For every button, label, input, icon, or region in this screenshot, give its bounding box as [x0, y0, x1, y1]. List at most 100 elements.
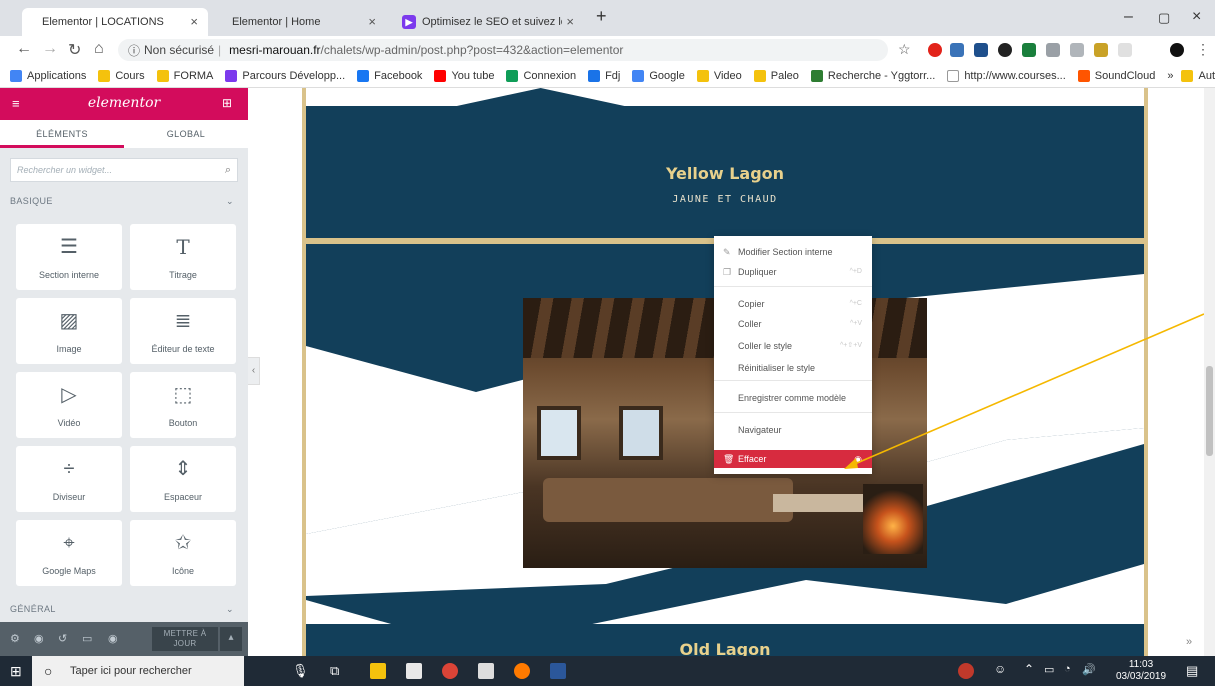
new-tab-icon[interactable]: + — [596, 6, 607, 27]
widgets-grid-icon[interactable]: ⊞ — [222, 96, 232, 110]
site-favicon-icon: ▶ — [402, 15, 416, 29]
panel-footer: ⚙ ◉ ↺ ▭ ◉ METTRE À JOUR ▴ — [0, 622, 248, 656]
section-basic-header[interactable]: BASIQUE ⌄ — [10, 196, 238, 206]
widget-inner-section[interactable]: ☰ Section interne — [16, 224, 122, 290]
extension-icon[interactable] — [974, 43, 988, 57]
tab-global[interactable]: GLOBAL — [124, 120, 248, 148]
chevron-down-icon: ⌄ — [226, 196, 234, 206]
bookmark-item[interactable]: Paleo — [753, 69, 799, 82]
bookmark-item[interactable]: http://www.courses... — [947, 69, 1066, 82]
wifi-icon[interactable]: ◔ — [1064, 663, 1071, 675]
history-icon[interactable]: ↺ — [58, 632, 67, 645]
bookmark-star-icon[interactable]: ☆ — [898, 41, 911, 58]
url-input[interactable]: ⓘ Non sécurisé | mesri-marouan.fr/chalet… — [118, 39, 888, 61]
tab-elements[interactable]: ÉLÉMENTS — [0, 120, 124, 148]
widget-search-input[interactable]: Rechercher un widget... ⌕ — [10, 158, 238, 182]
scrollbar-thumb[interactable] — [1206, 366, 1213, 456]
close-icon[interactable]: × — [368, 14, 376, 29]
volume-icon[interactable]: 🔊 — [1082, 663, 1096, 676]
windows-start-icon[interactable]: ⊞ — [10, 663, 22, 680]
browser-menu-icon[interactable]: ⋮ — [1196, 41, 1210, 58]
bookmark-item[interactable]: Connexion — [506, 69, 576, 82]
chevron-up-icon[interactable]: ▴ — [220, 627, 242, 651]
widget-divider[interactable]: ÷ Diviseur — [16, 446, 122, 512]
bookmark-item[interactable]: Fdj — [588, 69, 620, 82]
file-explorer-icon[interactable] — [370, 663, 386, 679]
bookmark-item[interactable]: Applications — [10, 69, 86, 82]
close-icon[interactable]: × — [190, 14, 198, 29]
widget-image[interactable]: ▨ Image — [16, 298, 122, 364]
tray-chevron-up-icon[interactable]: ⌃ — [1024, 662, 1034, 676]
bookmark-item[interactable]: SoundCloud — [1077, 69, 1155, 82]
widget-video[interactable]: ▷ Vidéo — [16, 372, 122, 438]
battery-icon[interactable]: ▭ — [1044, 663, 1054, 676]
update-button[interactable]: METTRE À JOUR — [152, 627, 218, 651]
forward-icon[interactable]: → — [42, 40, 58, 58]
tray-app-icon[interactable] — [958, 663, 974, 679]
maximize-icon[interactable]: ▢ — [1158, 10, 1170, 26]
notification-center-icon[interactable]: ▤ — [1186, 663, 1198, 679]
close-icon[interactable]: × — [566, 14, 574, 29]
system-clock[interactable]: 11:03 03/03/2019 — [1116, 659, 1166, 683]
more-bookmarks-button[interactable]: » — [1167, 70, 1173, 82]
opera-extension-icon[interactable] — [928, 43, 942, 57]
section-general-header[interactable]: GÉNÉRAL ⌄ — [10, 604, 238, 614]
bookmark-item[interactable]: Facebook — [357, 69, 422, 82]
browser-tab-locations[interactable]: Elementor | LOCATIONS × — [22, 8, 208, 36]
responsive-icon[interactable]: ▭ — [82, 632, 92, 645]
panel-collapse-button[interactable]: ‹ — [248, 357, 260, 385]
window-close-icon[interactable]: × — [1192, 8, 1201, 26]
heading-icon: T — [176, 235, 190, 259]
browser-tab-seo[interactable]: ▶ Optimisez le SEO et suivez le traf × — [392, 8, 584, 36]
extension-icon[interactable] — [950, 43, 964, 57]
mail-icon[interactable] — [478, 663, 494, 679]
preview-eye-icon[interactable]: ◉ — [108, 632, 118, 645]
widget-button[interactable]: ⬚ Bouton — [130, 372, 236, 438]
bookmark-item[interactable]: Google — [632, 69, 685, 82]
profile-avatar[interactable] — [1170, 43, 1184, 57]
image-icon: ▨ — [59, 310, 79, 332]
widget-google-maps[interactable]: ⌖ Google Maps — [16, 520, 122, 586]
bookmark-item[interactable]: Parcours Développ... — [225, 69, 345, 82]
layers-icon[interactable]: ◉ — [34, 632, 44, 645]
elementor-logo: elementor — [87, 95, 161, 111]
scroll-to-top-icon[interactable]: » — [1186, 636, 1192, 648]
task-view-icon[interactable]: ⧉ — [330, 663, 339, 679]
widget-text-editor[interactable]: ≣ Éditeur de texte — [130, 298, 236, 364]
panel-header: ≡ elementor ⊞ — [0, 88, 248, 120]
settings-gear-icon[interactable]: ⚙ — [10, 632, 20, 645]
widget-icon[interactable]: ✩ Icône — [130, 520, 236, 586]
text-editor-icon: ≣ — [174, 310, 192, 332]
bookmark-item[interactable]: FORMA — [156, 69, 213, 82]
home-icon[interactable]: ⌂ — [94, 40, 104, 58]
bookmark-item[interactable]: Video — [696, 69, 742, 82]
taskbar-search-input[interactable]: ○ Taper ici pour rechercher — [32, 656, 244, 686]
browser-tab-home[interactable]: Elementor | Home × — [214, 8, 386, 36]
minimize-icon[interactable]: – — [1124, 8, 1133, 26]
bookmark-item[interactable]: Recherche - Yggtorr... — [810, 69, 935, 82]
canvas-scrollbar[interactable] — [1204, 88, 1215, 656]
extension-icon[interactable] — [1118, 43, 1132, 57]
extension-icon[interactable] — [1022, 43, 1036, 57]
divider-icon: ÷ — [63, 458, 75, 480]
extension-icon[interactable] — [998, 43, 1012, 57]
bookmark-item[interactable]: Cours — [98, 69, 145, 82]
url-host: mesri-marouan.fr — [229, 43, 321, 57]
extension-icon[interactable] — [1070, 43, 1084, 57]
annotation-arrow — [844, 313, 1204, 469]
back-icon[interactable]: ← — [16, 40, 32, 58]
extension-icon[interactable] — [1046, 43, 1060, 57]
word-icon[interactable] — [550, 663, 566, 679]
info-icon[interactable]: ⓘ — [128, 42, 140, 59]
widget-spacer[interactable]: ⇕ Espaceur — [130, 446, 236, 512]
reload-icon[interactable]: ↻ — [68, 40, 81, 60]
extension-icon[interactable] — [1094, 43, 1108, 57]
bookmark-item[interactable]: You tube — [434, 69, 494, 82]
people-icon[interactable]: ☺ — [994, 662, 1006, 676]
bookmark-folder-other[interactable]: Autres favoris — [1181, 69, 1215, 82]
store-icon[interactable] — [406, 663, 422, 679]
widget-heading[interactable]: T Titrage — [130, 224, 236, 290]
microphone-icon[interactable]: 🎙 — [292, 663, 309, 679]
blender-icon[interactable] — [514, 663, 530, 679]
chrome-icon[interactable] — [442, 663, 458, 679]
